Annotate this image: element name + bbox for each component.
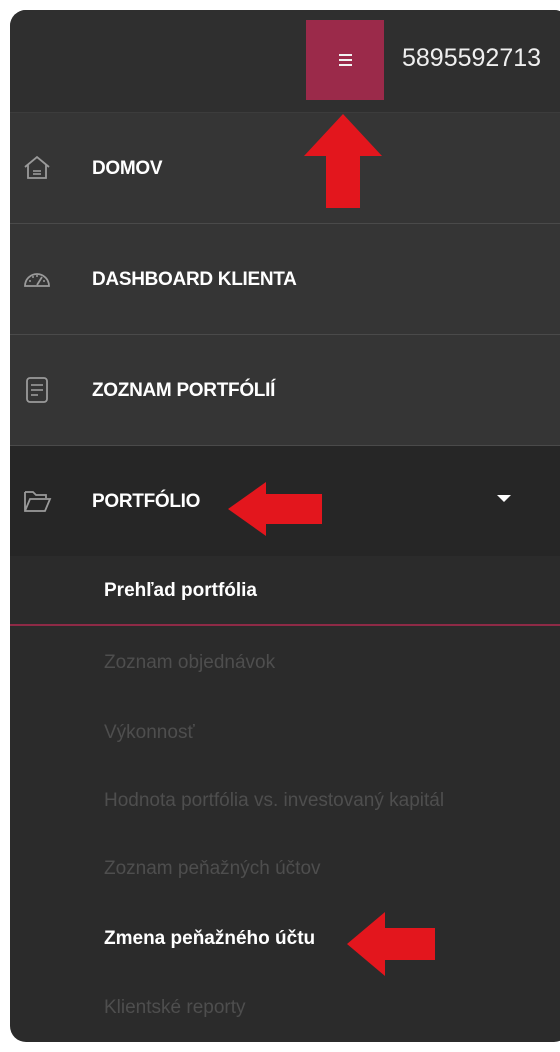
- home-icon: [24, 155, 50, 179]
- submenu-label: Výkonnosť: [104, 722, 195, 743]
- nav-item-domov[interactable]: DOMOV: [10, 113, 560, 224]
- submenu-label: Zmena peňažného účtu: [104, 928, 316, 949]
- nav-label-dashboard-klienta: DASHBOARD KLIENTA: [92, 269, 297, 290]
- submenu-label: Zoznam objednávok: [104, 652, 276, 673]
- submenu-label: Zoznam peňažných účtov: [104, 858, 321, 879]
- chevron-down-icon[interactable]: [497, 495, 511, 502]
- menu-toggle-button[interactable]: [306, 20, 384, 100]
- submenu-label: Hodnota portfólia vs. investovaný kapitá…: [104, 790, 445, 811]
- annotation-arrow-up-icon: [304, 114, 382, 208]
- nav-label-portfolio: PORTFÓLIO: [92, 491, 201, 512]
- submenu-label: Prehľad portfólia: [104, 580, 258, 601]
- nav-label-zoznam-portfolii: ZOZNAM PORTFÓLIÍ: [92, 380, 276, 401]
- nav-item-dashboard-klienta[interactable]: DASHBOARD KLIENTA: [10, 224, 560, 335]
- document-list-icon: [26, 377, 48, 403]
- folder-open-icon: [24, 491, 52, 512]
- nav-label-domov: DOMOV: [92, 158, 163, 179]
- nav-item-zoznam-portfolii[interactable]: ZOZNAM PORTFÓLIÍ: [10, 335, 560, 446]
- annotation-arrow-left-icon: [228, 482, 322, 536]
- hamburger-icon: [338, 54, 352, 66]
- account-id: 5895592713: [402, 44, 542, 72]
- speedometer-icon: [24, 273, 50, 287]
- top-bar: 5895592713: [10, 10, 560, 113]
- active-item-underline: [10, 624, 560, 626]
- annotation-arrow-left-icon: [347, 912, 435, 976]
- submenu-label: Klientské reporty: [104, 997, 246, 1018]
